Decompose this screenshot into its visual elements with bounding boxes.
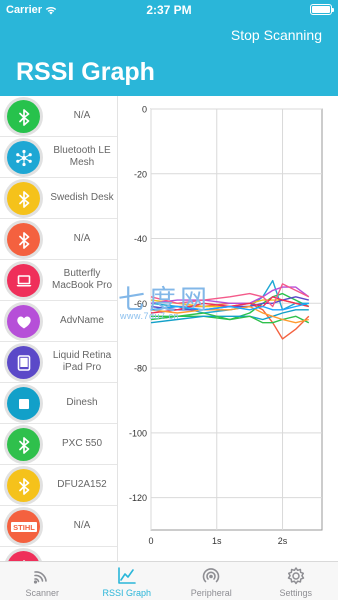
y-tick-label: -60	[134, 299, 147, 309]
bluetooth-icon	[7, 551, 40, 561]
device-row[interactable]: Butterfly MacBook Pro	[0, 260, 117, 301]
device-name: N/A	[46, 96, 118, 136]
device-row[interactable]	[0, 547, 117, 561]
device-row[interactable]: PXC 550	[0, 424, 117, 465]
device-row[interactable]: Swedish Desk	[0, 178, 117, 219]
device-row[interactable]: AdvName	[0, 301, 117, 342]
device-list[interactable]: N/ABluetooth LE MeshSwedish DeskN/AButte…	[0, 96, 118, 561]
device-name: AdvName	[46, 301, 118, 341]
y-tick-label: 0	[142, 105, 147, 115]
y-tick-label: -40	[134, 234, 147, 244]
laptop-icon	[7, 264, 40, 297]
heart-icon	[7, 305, 40, 338]
tab-peripheral[interactable]: Peripheral	[169, 562, 254, 601]
x-tick-label: 0	[148, 536, 153, 546]
device-name	[46, 547, 118, 561]
page-title: RSSI Graph	[16, 58, 155, 87]
bluetooth-icon	[7, 182, 40, 215]
device-name: DFU2A152	[46, 465, 118, 505]
device-row[interactable]: Liquid Retina iPad Pro	[0, 342, 117, 383]
bluetooth-icon	[7, 428, 40, 461]
device-name: Bluetooth LE Mesh	[46, 137, 118, 177]
device-name: Butterfly MacBook Pro	[46, 260, 118, 300]
y-tick-label: -20	[134, 169, 147, 179]
bluetooth-icon	[7, 469, 40, 502]
mesh-network-icon	[7, 141, 40, 174]
rssi-series-line-8	[151, 313, 309, 323]
tab-label: Peripheral	[169, 588, 254, 598]
bluetooth-icon	[7, 100, 40, 133]
rssi-chart-svg: 0 -20 -40 -60 -80 -100 -120 0 1s 2s	[119, 96, 338, 561]
device-name: Dinesh	[46, 383, 118, 423]
x-tick-label: 1s	[212, 536, 222, 546]
y-tick-label: -80	[134, 364, 147, 374]
battery-icon	[310, 4, 332, 15]
tab-scanner[interactable]: Scanner	[0, 562, 85, 601]
device-row[interactable]: N/A	[0, 96, 117, 137]
bluetooth-icon	[7, 223, 40, 256]
gear-icon	[254, 566, 338, 586]
tab-label: Settings	[254, 588, 338, 598]
tab-label: RSSI Graph	[85, 588, 170, 598]
tab-rssi-graph[interactable]: RSSI Graph	[85, 562, 170, 601]
device-name: N/A	[46, 506, 118, 546]
tab-bar: ScannerRSSI GraphPeripheralSettings	[0, 561, 338, 600]
device-name: N/A	[46, 219, 118, 259]
y-tick-label: -120	[129, 493, 147, 503]
scanner-icon	[0, 566, 85, 586]
tab-settings[interactable]: Settings	[254, 562, 338, 601]
rssi-chart: 0 -20 -40 -60 -80 -100 -120 0 1s 2s	[119, 96, 338, 561]
device-name: PXC 550	[46, 424, 118, 464]
status-time: 2:37 PM	[0, 3, 338, 17]
device-row[interactable]: STIHL N/A	[0, 506, 117, 547]
peripheral-icon	[169, 566, 254, 586]
status-bar: Carrier 2:37 PM	[0, 0, 338, 20]
x-tick-label: 2s	[278, 536, 288, 546]
device-row[interactable]: Bluetooth LE Mesh	[0, 137, 117, 178]
stihl-logo-icon: STIHL	[7, 510, 40, 543]
y-tick-label: -100	[129, 428, 147, 438]
svg-text:STIHL: STIHL	[13, 522, 35, 531]
navigation-bar: Stop Scanning RSSI Graph	[0, 20, 338, 96]
device-name: Liquid Retina iPad Pro	[46, 342, 118, 382]
tab-label: Scanner	[0, 588, 85, 598]
device-row[interactable]: DFU2A152	[0, 465, 117, 506]
device-row[interactable]: Dinesh	[0, 383, 117, 424]
stop-scanning-button[interactable]: Stop Scanning	[231, 27, 322, 43]
square-icon	[7, 387, 40, 420]
device-row[interactable]: N/A	[0, 219, 117, 260]
device-name: Swedish Desk	[46, 178, 118, 218]
tablet-icon	[7, 346, 40, 379]
graph-icon	[85, 566, 170, 586]
